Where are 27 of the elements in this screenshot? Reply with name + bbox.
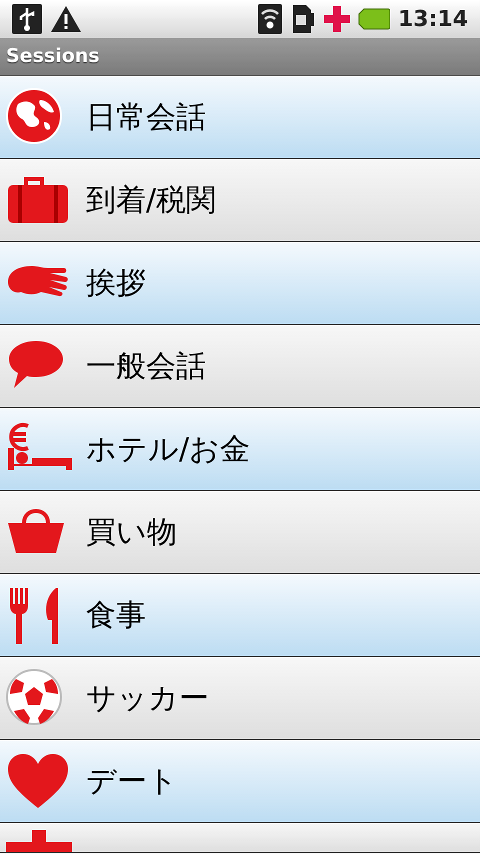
usb-icon	[12, 4, 42, 34]
session-label: 買い物	[86, 514, 177, 552]
wifi-icon	[258, 4, 282, 34]
session-list-item[interactable]: 一般会話	[0, 325, 480, 408]
session-label: サッカー	[86, 680, 209, 718]
session-list-item[interactable]: サッカー	[0, 657, 480, 740]
clock-time: 13:14	[398, 6, 468, 34]
session-label: 挨拶	[86, 264, 146, 302]
session-label: 食事	[86, 596, 146, 634]
session-label: デート	[86, 762, 178, 800]
session-label: 一般会話	[86, 348, 206, 386]
screen-title: Sessions	[6, 44, 100, 70]
session-list-item[interactable]: 挨拶	[0, 242, 480, 325]
session-list-item[interactable]: デート	[0, 740, 480, 823]
session-label: 日常会話	[86, 98, 206, 136]
session-list-item[interactable]: 食事	[0, 574, 480, 657]
session-label: 到着/税関	[86, 182, 216, 220]
session-list-item[interactable]: 買い物	[0, 491, 480, 574]
session-list-item[interactable]	[0, 823, 480, 853]
warning-icon	[50, 5, 82, 33]
cross-icon	[6, 830, 72, 852]
session-list-item[interactable]: 到着/税関	[0, 159, 480, 242]
session-list-item[interactable]: ホテル/お金	[0, 408, 480, 491]
session-list-item[interactable]: 日常会話	[0, 76, 480, 159]
battery-icon	[358, 8, 390, 30]
session-label: ホテル/お金	[86, 430, 250, 468]
plus-icon	[324, 6, 350, 32]
